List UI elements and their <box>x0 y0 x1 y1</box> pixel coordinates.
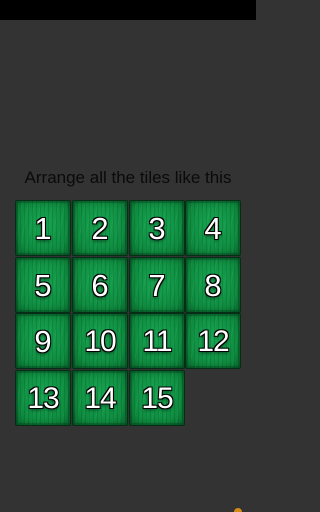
tile-label: 15 <box>141 381 173 415</box>
tile-label: 9 <box>34 323 52 359</box>
status-bar <box>0 0 256 20</box>
target-tile-grid: 1 2 3 4 5 6 7 8 9 10 11 12 13 14 15 <box>15 200 245 426</box>
tile-10: 10 <box>72 313 128 369</box>
tile-13: 13 <box>15 370 71 426</box>
tile-12: 12 <box>185 313 241 369</box>
tile-4: 4 <box>185 200 241 256</box>
instruction-text: Arrange all the tiles like this <box>24 168 232 187</box>
tile-label: 14 <box>84 381 116 415</box>
tile-14: 14 <box>72 370 128 426</box>
tile-8: 8 <box>185 257 241 313</box>
tile-2: 2 <box>72 200 128 256</box>
tile-label: 4 <box>204 210 222 246</box>
tile-label: 11 <box>142 324 172 358</box>
tile-11: 11 <box>129 313 185 369</box>
tile-label: 7 <box>148 267 166 303</box>
tile-label: 3 <box>148 210 166 246</box>
tile-label: 12 <box>197 324 229 358</box>
tile-7: 7 <box>129 257 185 313</box>
tile-6: 6 <box>72 257 128 313</box>
tile-3: 3 <box>129 200 185 256</box>
tile-15: 15 <box>129 370 185 426</box>
tile-label: 10 <box>84 324 116 358</box>
tile-label: 5 <box>34 267 52 303</box>
tile-label: 1 <box>34 210 52 246</box>
tile-9: 9 <box>15 313 71 369</box>
tile-label: 13 <box>27 381 59 415</box>
tile-label: 6 <box>91 267 109 303</box>
corner-decoration <box>234 508 242 512</box>
tile-5: 5 <box>15 257 71 313</box>
tile-label: 8 <box>204 267 222 303</box>
tile-label: 2 <box>91 210 109 246</box>
tile-1: 1 <box>15 200 71 256</box>
game-screen: Arrange all the tiles like this 1 2 3 4 … <box>0 0 256 512</box>
